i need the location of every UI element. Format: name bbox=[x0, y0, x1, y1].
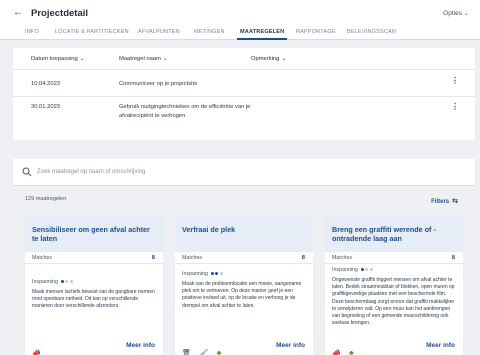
chevron-down-icon: ⌄ bbox=[79, 56, 85, 62]
card-description: Ongewenste graffiti triggert mensen om a… bbox=[332, 277, 455, 327]
tree-icon: ♣ bbox=[349, 350, 354, 355]
effort-dot bbox=[360, 268, 364, 272]
megaphone-icon: 📣 bbox=[332, 350, 341, 355]
arrow-left-icon[interactable]: ← bbox=[13, 7, 23, 18]
search-input[interactable]: Zoek maatregel op naam of omschrijving bbox=[13, 159, 475, 186]
effort-dot bbox=[69, 280, 73, 284]
chevron-down-icon: ⌄ bbox=[281, 56, 287, 62]
tab-locatie[interactable]: LOCATIE & PARTITIECKEN bbox=[55, 27, 129, 40]
matches-value: 8 bbox=[451, 255, 455, 261]
tab-bar: INFO LOCATIE & PARTITIECKEN AFVALPUNTEN … bbox=[0, 27, 480, 40]
matches-label: Matches bbox=[182, 255, 203, 261]
measure-card[interactable]: Sensibiliseer om geen afval achter te la… bbox=[25, 216, 163, 355]
matches-row: Matches 8 bbox=[25, 252, 163, 264]
effort-dot bbox=[65, 280, 69, 284]
tab-belevingsscan[interactable]: BELEVINGSSCAN bbox=[347, 27, 396, 40]
more-info-link[interactable]: Meer info bbox=[276, 342, 305, 349]
trash-bin-icon: 🗑 bbox=[182, 350, 191, 355]
row-1-name: Communiceer op je projectsite bbox=[119, 81, 198, 87]
brush-icon: 🖌 bbox=[199, 350, 209, 355]
card-description: Maak mensen lactiefs bewust van de gangb… bbox=[32, 289, 155, 310]
chevron-down-icon: ⌄ bbox=[463, 11, 469, 17]
card-header: Breng een graffiti werende of -ontradend… bbox=[325, 216, 463, 252]
effort-dot bbox=[219, 272, 223, 276]
row-1-more-icon[interactable]: ⋮ bbox=[451, 76, 459, 85]
row-1-date: 10.04.2023 bbox=[31, 81, 61, 87]
sliders-icon: ⇆ bbox=[452, 198, 458, 205]
measure-card[interactable]: Breng een graffiti werende of -ontradend… bbox=[325, 216, 463, 355]
card-footer: 📣 Meer info bbox=[32, 342, 155, 355]
effort-dot bbox=[60, 280, 64, 284]
card-footer: 📣 ♣ Meer info bbox=[332, 342, 455, 355]
applied-measures-table: Datum toepassing ⌄ Maatregel naam ⌄ Opmerk… bbox=[13, 48, 475, 140]
card-title: Verfraai de plek bbox=[182, 225, 236, 234]
column-header-name[interactable]: Maatregel naam ⌄ bbox=[119, 55, 168, 62]
effort-indicator: Inspanning bbox=[32, 279, 73, 285]
top-bar: ← Projectdetail Opties ⌄ bbox=[0, 0, 480, 27]
search-placeholder: Zoek maatregel op naam of omschrijving bbox=[37, 169, 146, 175]
effort-dot bbox=[365, 268, 369, 272]
chevron-down-icon: ⌄ bbox=[162, 56, 168, 62]
card-footer: 🗑 🖌 ♣ Meer info bbox=[182, 342, 305, 355]
divider bbox=[13, 96, 475, 97]
column-header-date[interactable]: Datum toepassing ⌄ bbox=[31, 55, 85, 62]
tree-icon: ♣ bbox=[216, 350, 222, 355]
page-title: Projectdetail bbox=[31, 8, 89, 19]
row-2-date: 30.01.2023 bbox=[31, 104, 61, 110]
filters-button[interactable]: Filters ⇆ bbox=[431, 197, 458, 205]
divider bbox=[13, 69, 475, 70]
matches-value: 8 bbox=[301, 255, 305, 261]
effort-dot bbox=[369, 268, 373, 272]
matches-row: Matches 8 bbox=[325, 252, 463, 264]
column-header-note[interactable]: Opmerking ⌄ bbox=[251, 55, 286, 62]
card-title: Breng een graffiti werende of -ontradend… bbox=[332, 225, 436, 243]
search-icon bbox=[22, 167, 32, 177]
effort-dot bbox=[210, 272, 214, 276]
tab-rapportage[interactable]: RAPPORTAGE bbox=[296, 27, 336, 40]
more-info-link[interactable]: Meer info bbox=[126, 342, 155, 349]
effort-indicator: Inspanning bbox=[332, 267, 373, 273]
card-title: Sensibiliseer om geen afval achter te la… bbox=[32, 225, 150, 243]
card-header: Sensibiliseer om geen afval achter te la… bbox=[25, 216, 163, 252]
tab-info[interactable]: INFO bbox=[25, 27, 39, 40]
measure-card[interactable]: Verfraai de plek Matches 8 Inspanning Ma… bbox=[175, 216, 313, 355]
results-count: 129 maatregelen bbox=[25, 196, 67, 202]
matches-row: Matches 8 bbox=[175, 252, 313, 264]
card-description: Maak van de probleemlocatie een mooie, a… bbox=[182, 281, 302, 309]
effort-indicator: Inspanning bbox=[182, 271, 223, 277]
effort-dot bbox=[215, 272, 219, 276]
megaphone-icon: 📣 bbox=[32, 350, 41, 355]
row-2-more-icon[interactable]: ⋮ bbox=[451, 102, 459, 111]
options-menu-button[interactable]: Opties ⌄ bbox=[443, 10, 469, 17]
matches-value: 8 bbox=[151, 255, 155, 261]
card-header: Verfraai de plek bbox=[175, 216, 313, 252]
matches-label: Matches bbox=[32, 255, 53, 261]
tab-maatregelen[interactable]: MAATREGELEN bbox=[236, 27, 288, 40]
tab-afvalpunten[interactable]: AFVALPUNTEN bbox=[138, 27, 180, 40]
row-2-name: Gebruik nudgingtechnieken om de efficiën… bbox=[119, 104, 251, 119]
tab-metingen[interactable]: METINGEN bbox=[194, 27, 225, 40]
more-info-link[interactable]: Meer info bbox=[426, 342, 455, 349]
options-label: Opties bbox=[443, 10, 462, 17]
matches-label: Matches bbox=[332, 255, 353, 261]
